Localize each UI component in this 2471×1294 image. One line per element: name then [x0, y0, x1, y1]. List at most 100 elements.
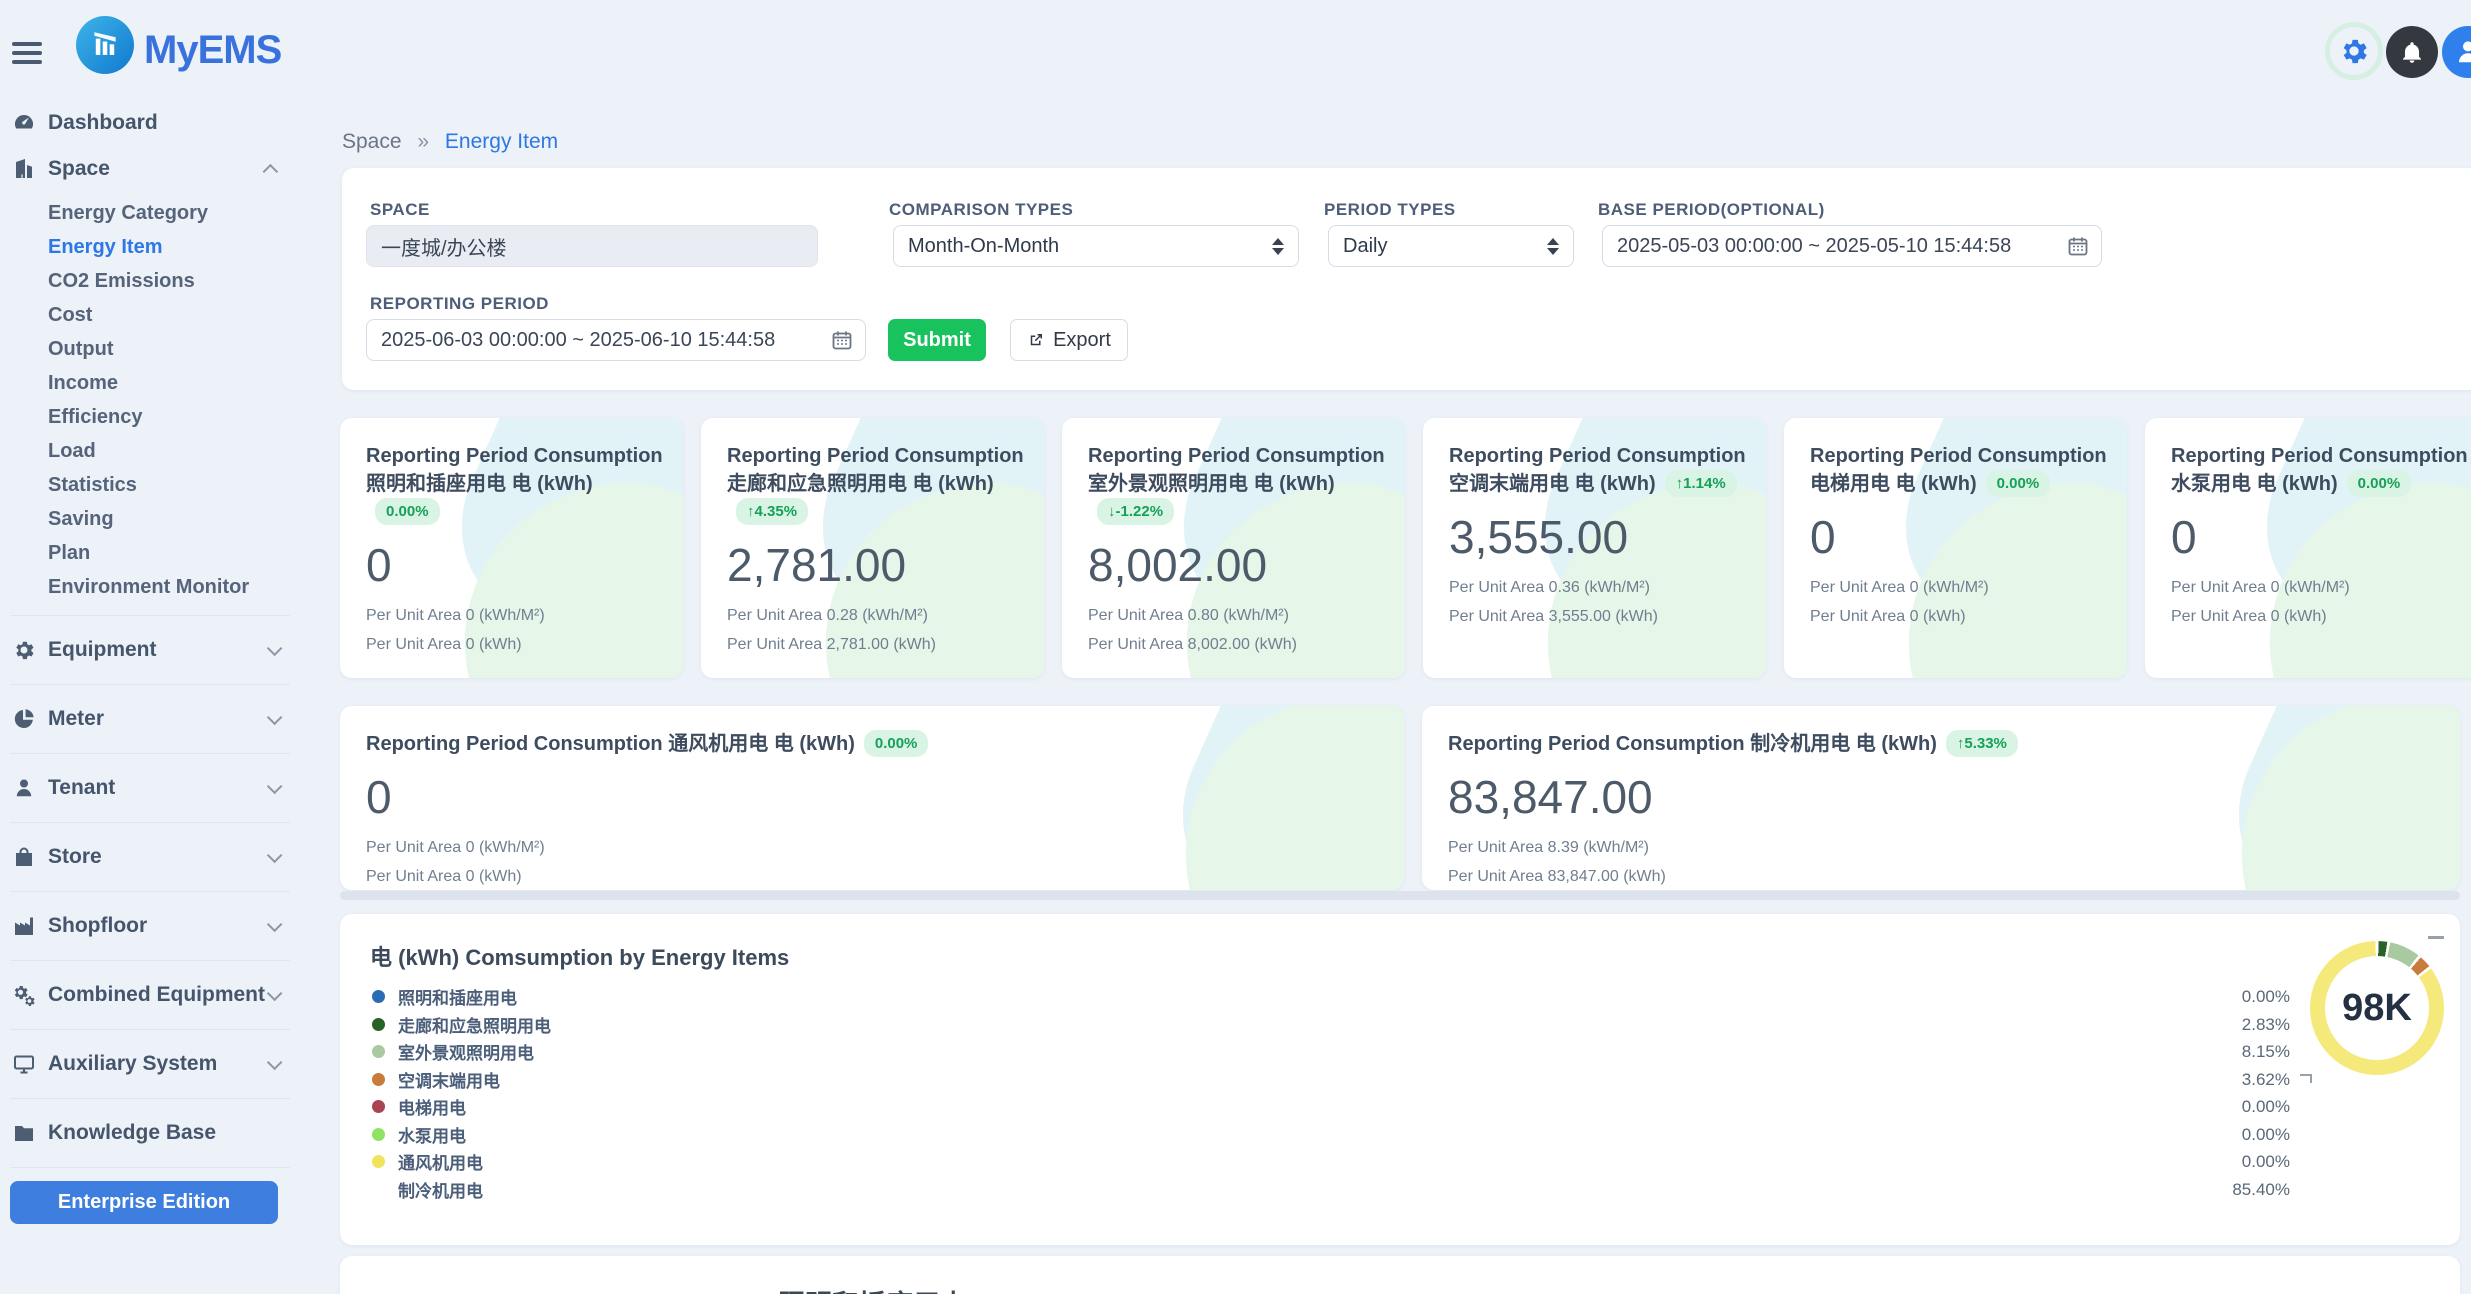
sidebar-item-shopfloor[interactable]: Shopfloor [0, 903, 300, 949]
sidebar-item-co2-emissions[interactable]: CO2 Emissions [0, 264, 300, 298]
bottom-chart-card: Reporting Period Consumption 照明和插座用电 0.0… [340, 1256, 2460, 1294]
period-types-select[interactable]: Daily [1328, 225, 1574, 267]
consumption-card: Reporting Period Consumption 通风机用电 电 (kW… [340, 706, 1404, 890]
sidebar-item-income[interactable]: Income [0, 366, 300, 400]
space-label: SPACE [370, 200, 430, 220]
legend-item-7[interactable]: 制冷机用电 [372, 1176, 551, 1204]
legend-item-3[interactable]: 空调末端用电 [372, 1066, 551, 1094]
horizontal-scrollbar[interactable] [340, 891, 2460, 900]
per-unit-area-kwh: Per Unit Area 2,781.00 (kWh) [727, 636, 1024, 654]
legend-label: 通风机用电 [398, 1149, 483, 1174]
change-badge: 0.00% [864, 730, 929, 757]
percent-value-2: 8.15% [2160, 1038, 2290, 1066]
percent-value-3: 3.62% [2160, 1066, 2290, 1094]
submit-button[interactable]: Submit [888, 319, 986, 361]
change-badge: ↑4.35% [736, 498, 808, 525]
legend-dot [372, 1155, 385, 1168]
legend-item-6[interactable]: 通风机用电 [372, 1148, 551, 1176]
myems-logo[interactable] [76, 16, 134, 74]
legend-label: 室外景观照明用电 [398, 1039, 534, 1064]
sidebar-divider [10, 615, 290, 616]
chevron-down-icon [267, 640, 283, 656]
calendar-icon[interactable] [830, 328, 854, 352]
change-badge: 0.00% [2347, 470, 2412, 497]
per-unit-area-m2: Per Unit Area 0.36 (kWh/M²) [1449, 579, 1746, 597]
sidebar-item-load[interactable]: Load [0, 434, 300, 468]
sidebar-item-cost[interactable]: Cost [0, 298, 300, 332]
sidebar-item-knowledge-base[interactable]: Knowledge Base [0, 1110, 300, 1156]
breadcrumb-parent[interactable]: Space [342, 130, 402, 153]
sidebar-item-efficiency[interactable]: Efficiency [0, 400, 300, 434]
breadcrumb-current[interactable]: Energy Item [445, 130, 558, 153]
card-value: 3,555.00 [1449, 510, 1746, 564]
comparison-types-select[interactable]: Month-On-Month [893, 225, 1299, 267]
legend-item-1[interactable]: 走廊和应急照明用电 [372, 1011, 551, 1039]
sidebar-item-label: Shopfloor [48, 914, 267, 938]
sidebar-item-saving[interactable]: Saving [0, 502, 300, 536]
legend-item-4[interactable]: 电梯用电 [372, 1093, 551, 1121]
sidebar-item-statistics[interactable]: Statistics [0, 468, 300, 502]
per-unit-area-kwh: Per Unit Area 0 (kWh) [366, 636, 663, 654]
sidebar-item-combined-equipment[interactable]: Combined Equipment [0, 972, 300, 1018]
sidebar-item-energy-category[interactable]: Energy Category [0, 196, 300, 230]
donut-hole: 98K [2325, 956, 2429, 1060]
per-unit-area-kwh: Per Unit Area 0 (kWh) [1810, 608, 2107, 626]
change-badge: ↑1.14% [1665, 470, 1737, 497]
sidebar-item-environment-monitor[interactable]: Environment Monitor [0, 570, 300, 604]
card-title: Reporting Period Consumption 制冷机用电 电 (kW… [1448, 730, 2348, 758]
sidebar-item-output[interactable]: Output [0, 332, 300, 366]
export-button[interactable]: Export [1010, 319, 1128, 361]
card-title: Reporting Period Consumption 通风机用电 电 (kW… [366, 730, 1266, 758]
calendar-icon[interactable] [2066, 234, 2090, 258]
sidebar-item-store[interactable]: Store [0, 834, 300, 880]
consumption-cards-row-2: Reporting Period Consumption 通风机用电 电 (kW… [340, 706, 2460, 890]
gauge-icon [12, 111, 36, 135]
sidebar-item-label: Knowledge Base [48, 1121, 278, 1145]
sidebar-item-plan[interactable]: Plan [0, 536, 300, 570]
sidebar-item-space[interactable]: Space [0, 146, 300, 192]
per-unit-area-m2: Per Unit Area 0 (kWh/M²) [366, 839, 1384, 857]
space-input[interactable] [366, 225, 818, 267]
chevron-down-icon [267, 709, 283, 725]
legend-dot [372, 1183, 385, 1196]
sidebar-item-energy-item[interactable]: Energy Item [0, 230, 300, 264]
sidebar-item-auxiliary-system[interactable]: Auxiliary System [0, 1041, 300, 1087]
comparison-types-value: Month-On-Month [908, 235, 1260, 258]
user-avatar[interactable] [2442, 26, 2471, 78]
consumption-card: Reporting Period Consumption 空调末端用电 电 (k… [1423, 418, 1766, 678]
reporting-period-input[interactable] [366, 319, 866, 361]
enterprise-edition-button[interactable]: Enterprise Edition [10, 1181, 278, 1224]
card-value: 2,781.00 [727, 538, 1024, 592]
per-unit-area-m2: Per Unit Area 0 (kWh/M²) [2171, 579, 2468, 597]
factory-icon [12, 914, 36, 938]
donut-chart[interactable]: 98K [2310, 941, 2444, 1075]
reporting-period-wrap [366, 319, 866, 361]
sidebar-item-meter[interactable]: Meter [0, 696, 300, 742]
filter-panel: SPACE COMPARISON TYPES Month-On-Month PE… [342, 168, 2471, 390]
chart-toolbox-mark [2428, 936, 2444, 939]
sidebar-divider [10, 1098, 290, 1099]
legend-item-0[interactable]: 照明和插座用电 [372, 983, 551, 1011]
legend-dot [372, 1018, 385, 1031]
menu-toggle-icon[interactable] [12, 42, 44, 64]
gear-icon [2338, 35, 2370, 67]
legend-item-5[interactable]: 水泵用电 [372, 1121, 551, 1149]
card-title: Reporting Period Consumption 室外景观照明用电 电 … [1088, 442, 1385, 526]
legend-item-2[interactable]: 室外景观照明用电 [372, 1038, 551, 1066]
sidebar-item-equipment[interactable]: Equipment [0, 627, 300, 673]
notifications-button[interactable] [2386, 26, 2438, 78]
sidebar-item-label: Equipment [48, 638, 267, 662]
card-value: 0 [366, 770, 1384, 824]
sidebar-item-tenant[interactable]: Tenant [0, 765, 300, 811]
period-types-value: Daily [1343, 235, 1535, 258]
settings-button[interactable] [2325, 22, 2383, 80]
chevron-down-icon [267, 985, 283, 1001]
legend-label: 水泵用电 [398, 1122, 466, 1147]
per-unit-area-kwh: Per Unit Area 3,555.00 (kWh) [1449, 608, 1746, 626]
percent-value-5: 0.00% [2160, 1121, 2290, 1149]
base-period-input[interactable] [1602, 225, 2102, 267]
per-unit-area-m2: Per Unit Area 0 (kWh/M²) [366, 607, 663, 625]
base-period-label: BASE PERIOD(OPTIONAL) [1598, 200, 1825, 220]
sidebar-item-dashboard[interactable]: Dashboard [0, 100, 300, 146]
card-value: 83,847.00 [1448, 770, 2440, 824]
